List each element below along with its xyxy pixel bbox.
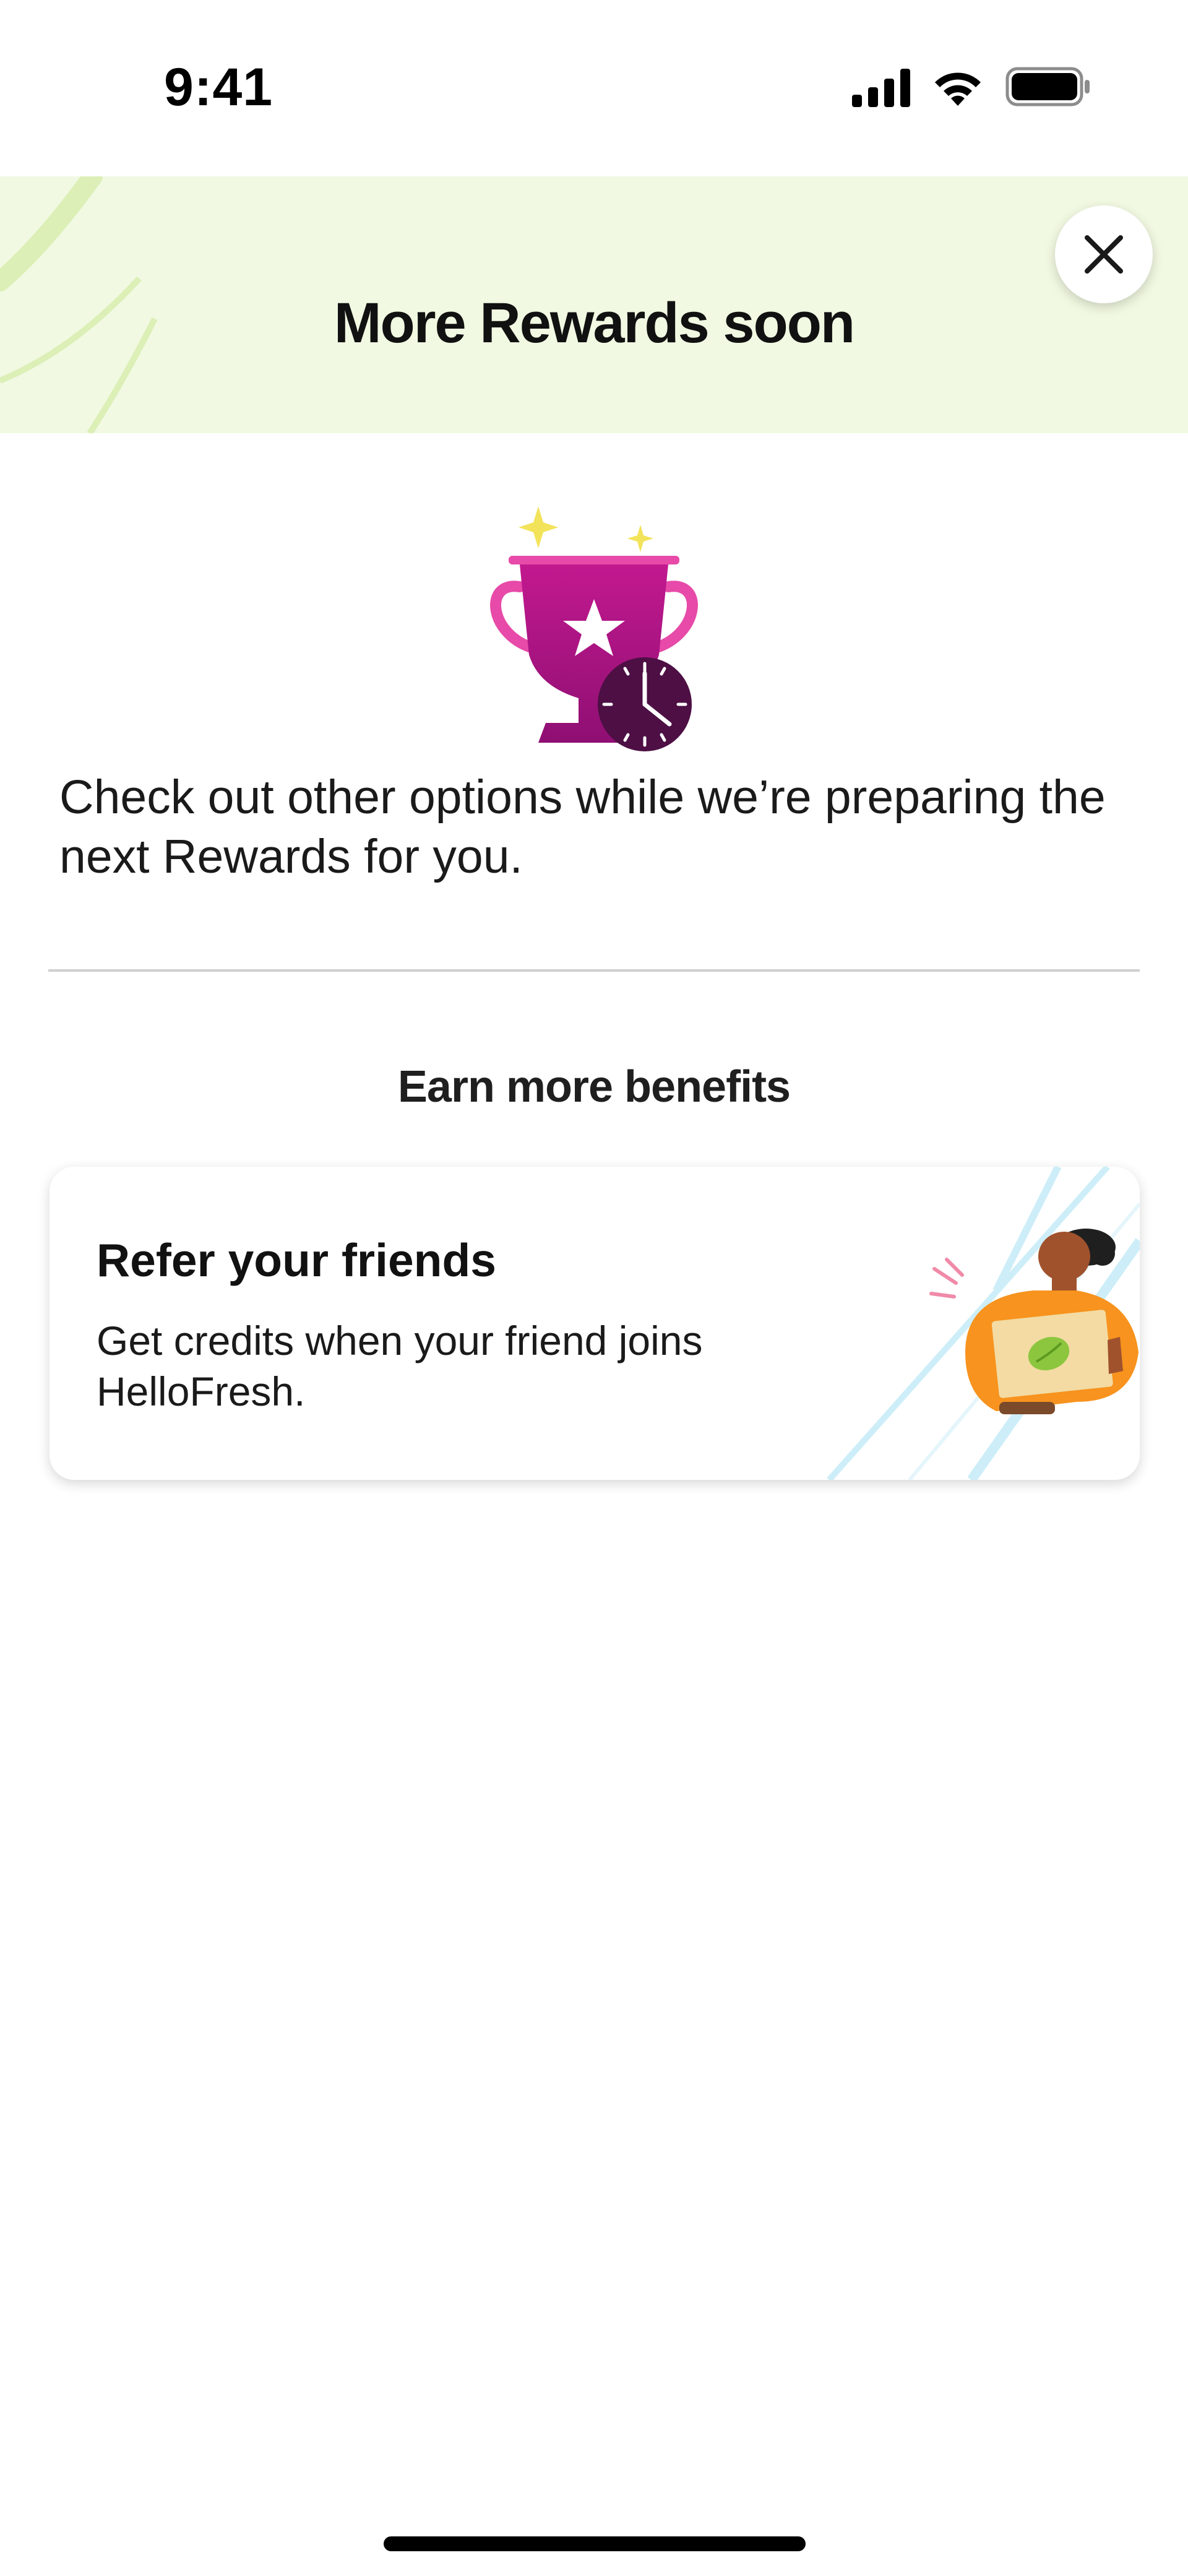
intro-text: Check out other options while we’re prep…: [59, 771, 1106, 883]
cellular-signal-icon: [852, 69, 910, 107]
close-button[interactable]: [1055, 205, 1153, 303]
status-time: 9:41: [164, 58, 273, 117]
home-indicator: [384, 2536, 806, 2551]
status-bar: 9:41: [0, 0, 1188, 176]
close-icon: [1085, 235, 1123, 274]
status-icons: [851, 65, 1092, 108]
card-title: Refer your friends: [97, 1234, 496, 1286]
wifi-icon: [935, 72, 981, 106]
divider: [48, 969, 1140, 972]
page-title: More Rewards soon: [334, 292, 855, 355]
section-title: Earn more benefits: [397, 1062, 791, 1112]
refer-friend-illustration: [827, 1167, 1140, 1480]
refer-friends-card[interactable]: Refer your friends Get credits when your…: [50, 1167, 1140, 1480]
battery-icon: [1005, 67, 1090, 106]
trophy-clock-illustration: [490, 506, 698, 751]
card-description: Get credits when your friend joins Hello…: [97, 1318, 703, 1414]
header-banner: More Rewards soon: [0, 176, 1188, 433]
